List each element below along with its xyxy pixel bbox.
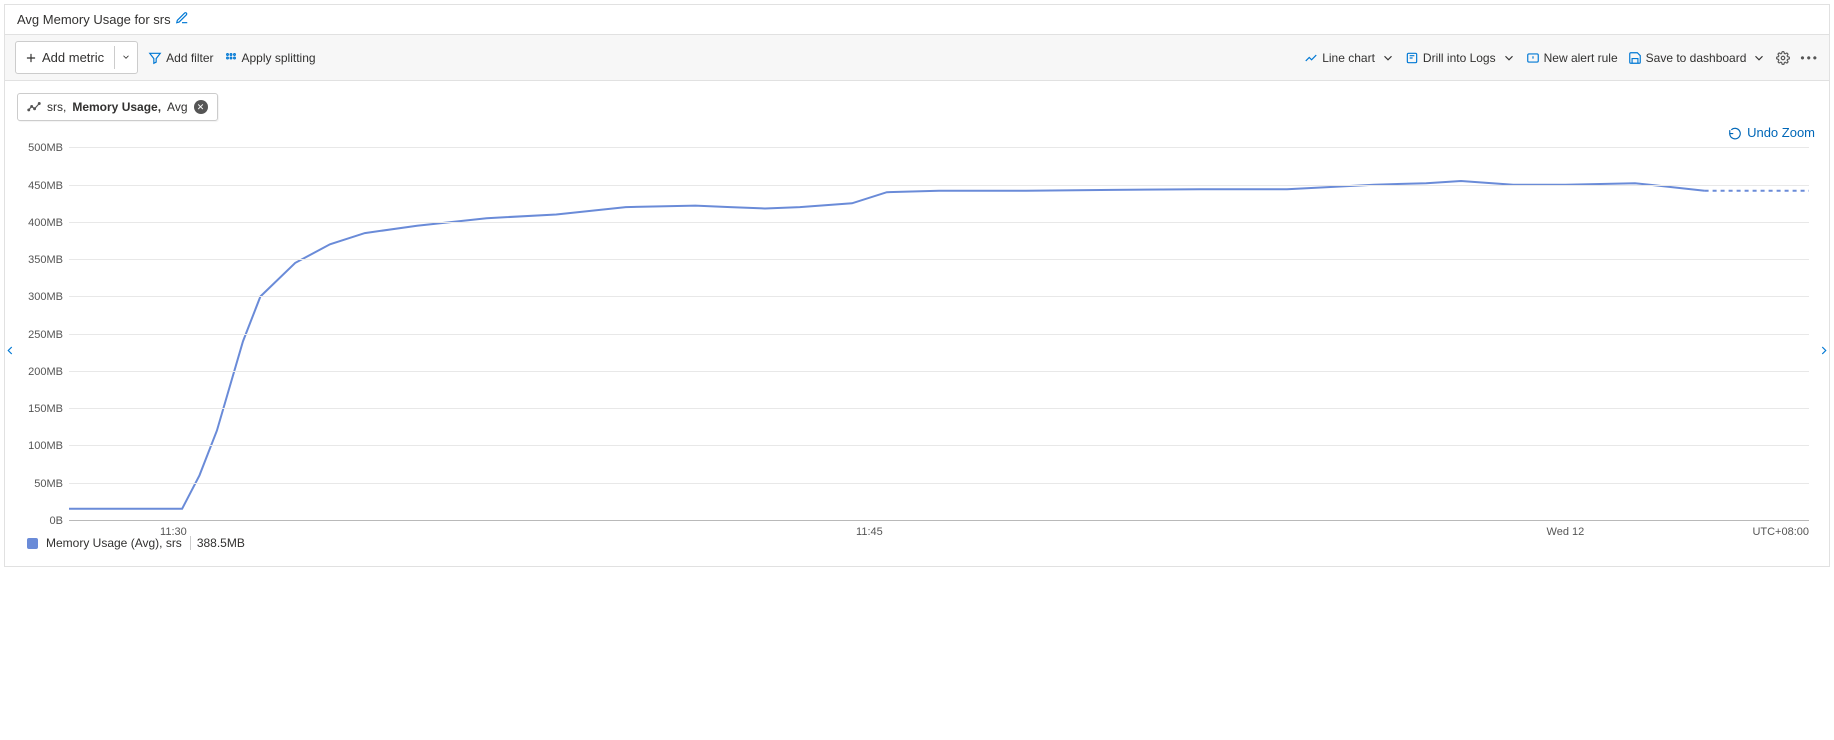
legend-value: 388.5MB: [190, 536, 245, 550]
y-tick-label: 300MB: [15, 291, 63, 303]
save-dashboard-button[interactable]: Save to dashboard: [1628, 51, 1767, 65]
y-gridline: 50MB: [69, 483, 1809, 484]
undo-zoom-label: Undo Zoom: [1747, 125, 1815, 140]
chart-toolbar: Add metric Add filter Apply splitting Li…: [5, 34, 1829, 81]
y-tick-label: 150MB: [15, 403, 63, 415]
drill-logs-button[interactable]: Drill into Logs: [1405, 51, 1516, 65]
chip-aggregation: Avg: [167, 100, 187, 114]
x-tick-label: Wed 12: [1547, 526, 1585, 538]
new-alert-label: New alert rule: [1544, 51, 1618, 65]
toolbar-right: Line chart Drill into Logs New alert rul…: [1304, 51, 1819, 65]
y-tick-label: 0B: [15, 515, 63, 527]
y-tick-label: 200MB: [15, 366, 63, 378]
more-button[interactable]: •••: [1800, 51, 1819, 65]
chip-metric: Memory Usage,: [72, 100, 161, 114]
timezone-label: UTC+08:00: [1752, 526, 1809, 538]
chip-remove-icon[interactable]: ✕: [194, 100, 208, 114]
chart-plot[interactable]: UTC+08:00 0B50MB100MB150MB200MB250MB300M…: [69, 140, 1809, 520]
chip-resource: srs,: [47, 100, 66, 114]
chart-area: UTC+08:00 0B 50MB 100MB 150MB 200MB 250MB 300M…: [5, 140, 1829, 566]
legend-swatch: [27, 538, 38, 549]
add-metric-button[interactable]: Add metric: [15, 41, 138, 74]
save-dashboard-label: Save to dashboard: [1646, 51, 1747, 65]
y-gridline: 300MB: [69, 296, 1809, 297]
y-gridline: 350MB: [69, 259, 1809, 260]
y-gridline: 150MB: [69, 408, 1809, 409]
y-gridline: 100MB: [69, 445, 1809, 446]
undo-zoom-row: Undo Zoom: [5, 121, 1829, 140]
settings-button[interactable]: [1776, 51, 1790, 65]
new-alert-button[interactable]: New alert rule: [1526, 51, 1618, 65]
chart-type-label: Line chart: [1322, 51, 1375, 65]
y-tick-label: 250MB: [15, 329, 63, 341]
chart-nav-right[interactable]: [1817, 344, 1831, 363]
y-gridline: 400MB: [69, 222, 1809, 223]
y-tick-label: 500MB: [15, 142, 63, 154]
chart-type-button[interactable]: Line chart: [1304, 51, 1395, 65]
y-tick-label: 350MB: [15, 254, 63, 266]
undo-icon: [1728, 126, 1742, 140]
chart-nav-left[interactable]: [3, 344, 17, 363]
y-gridline: 250MB: [69, 334, 1809, 335]
x-tick-label: 11:45: [856, 526, 883, 538]
add-filter-button[interactable]: Add filter: [148, 51, 213, 65]
toolbar-left: Add metric Add filter Apply splitting: [15, 41, 316, 74]
y-gridline: 200MB: [69, 371, 1809, 372]
apply-splitting-button[interactable]: Apply splitting: [224, 51, 316, 65]
y-gridline: 500MB: [69, 147, 1809, 148]
drill-logs-label: Drill into Logs: [1423, 51, 1496, 65]
metrics-panel: Avg Memory Usage for srs Add metric Add …: [4, 4, 1830, 567]
y-tick-label: 450MB: [15, 180, 63, 192]
y-tick-label: 50MB: [15, 478, 63, 490]
y-tick-label: 400MB: [15, 217, 63, 229]
legend-label: Memory Usage (Avg), srs: [46, 536, 182, 550]
edit-title-icon[interactable]: [175, 11, 189, 28]
panel-title: Avg Memory Usage for srs: [17, 12, 171, 27]
metric-chips-row: srs, Memory Usage, Avg ✕: [5, 81, 1829, 121]
add-metric-dropdown[interactable]: [114, 46, 137, 69]
add-metric-label: Add metric: [42, 50, 104, 65]
add-filter-label: Add filter: [166, 51, 213, 65]
y-tick-label: 100MB: [15, 440, 63, 452]
metric-chip[interactable]: srs, Memory Usage, Avg ✕: [17, 93, 218, 121]
x-tick-label: 11:30: [160, 526, 187, 538]
panel-header: Avg Memory Usage for srs: [5, 5, 1829, 34]
y-gridline: 0B: [69, 520, 1809, 521]
apply-splitting-label: Apply splitting: [242, 51, 316, 65]
undo-zoom-button[interactable]: Undo Zoom: [1728, 125, 1815, 140]
metric-chip-icon: [27, 100, 41, 114]
chart-line-svg: [69, 140, 1809, 520]
y-gridline: 450MB: [69, 185, 1809, 186]
